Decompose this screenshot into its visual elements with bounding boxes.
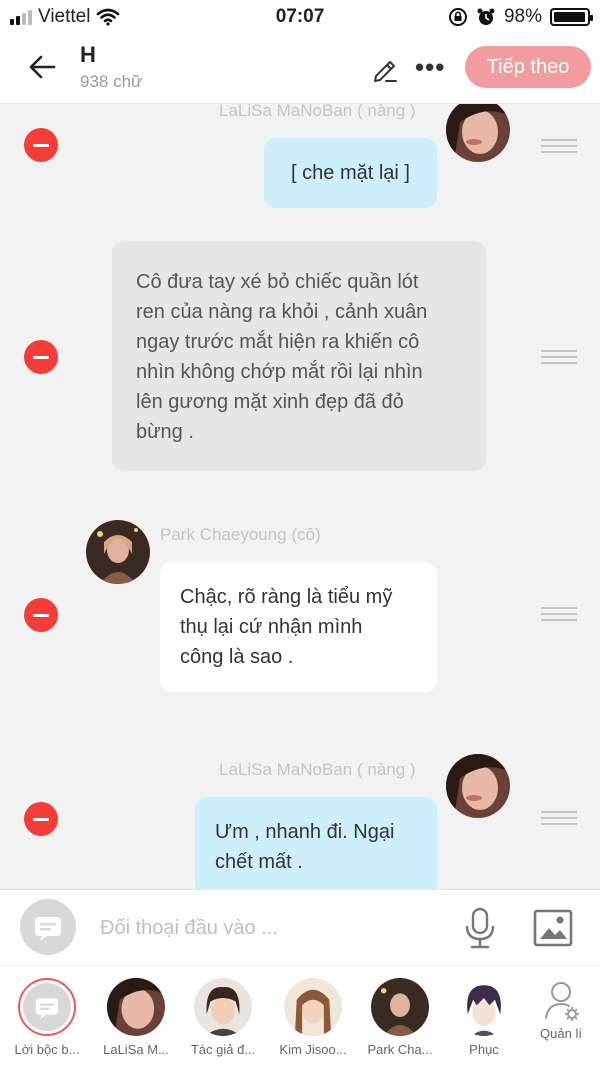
back-arrow-icon[interactable] (26, 50, 60, 84)
lock-rotation-icon (448, 8, 467, 26)
message-line: Chậc, rõ ràng là tiểu mỹ (180, 586, 393, 608)
character-label: Tác giả đ... (190, 1042, 256, 1057)
message-line: chết mất . (215, 851, 303, 873)
page-title: H (80, 42, 96, 67)
manage-characters-button[interactable]: Quản lí (518, 978, 600, 1041)
drag-handle-icon[interactable] (541, 350, 577, 364)
dialogue-mode-button[interactable] (20, 899, 76, 955)
character-lalisa[interactable]: LaLiSa M... (93, 978, 179, 1057)
message-bubble[interactable]: Ưm , nhanh đi. Ngại chết mất . (195, 797, 437, 889)
message-line: công là sao . (180, 646, 294, 668)
microphone-icon[interactable] (462, 906, 498, 950)
chat-bubble-icon (35, 917, 61, 941)
character-chaeyoung[interactable]: Park Cha... (357, 978, 443, 1057)
delete-message-button[interactable] (24, 340, 58, 374)
avatar (194, 978, 252, 1036)
word-count: 938 chữ (80, 72, 143, 91)
character-label: LaLiSa M... (103, 1042, 169, 1057)
status-bar: Viettel 07:07 98% (0, 0, 600, 34)
drag-handle-icon[interactable] (541, 607, 577, 621)
avatar (284, 978, 342, 1036)
speaker-name: Park Chaeyoung (cô) (160, 525, 321, 544)
avatar (107, 978, 165, 1036)
chat-bubble-icon (35, 998, 59, 1019)
character-label: Quản lí (540, 1026, 582, 1041)
message-line: lên gương mặt xinh đẹp đã đỏ (136, 391, 404, 413)
status-right: 98% (448, 6, 593, 28)
pencil-icon[interactable] (370, 54, 400, 84)
speaker-name: LaLiSa MaNoBan ( nàng ) (219, 104, 416, 120)
message-line: nhìn không chớp mắt rồi lại nhìn (136, 361, 423, 383)
message-line: bừng . (136, 421, 194, 443)
battery-percent: 98% (503, 6, 542, 27)
message-bubble[interactable]: Chậc, rõ ràng là tiểu mỹ thụ lại cứ nhận… (160, 562, 437, 692)
avatar[interactable] (446, 754, 510, 818)
dialogue-input[interactable] (100, 910, 440, 946)
speaker-name: LaLiSa MaNoBan ( nàng ) (219, 760, 416, 779)
message-line: Ưm , nhanh đi. Ngại (215, 821, 395, 843)
person-gear-icon (545, 982, 579, 1021)
message-line: ren của nàng ra khỏi , cảnh xuân (136, 301, 428, 323)
delete-message-button[interactable] (24, 598, 58, 632)
character-label: Phục (469, 1042, 499, 1057)
delete-message-button[interactable] (24, 128, 58, 162)
character-jisoo[interactable]: Kim Jisoo... (270, 978, 356, 1057)
image-icon[interactable] (532, 908, 574, 948)
character-bar: Lời bộc b... LaLiSa M... Tác giả đ... Ki… (0, 965, 600, 1067)
next-button[interactable]: Tiếp theo (465, 46, 591, 88)
more-icon[interactable]: ••• (415, 52, 445, 83)
character-author[interactable]: Tác giả đ... (180, 978, 266, 1057)
editor-header: H 938 chữ ••• Tiếp theo (0, 34, 600, 104)
character-label: Kim Jisoo... (279, 1042, 347, 1057)
alarm-icon (477, 8, 495, 25)
drag-handle-icon[interactable] (541, 811, 577, 825)
avatar[interactable] (86, 520, 150, 584)
message-line: thụ lại cứ nhận mình (180, 616, 363, 638)
input-bar (0, 889, 600, 965)
avatar (371, 978, 429, 1036)
avatar[interactable] (446, 104, 510, 162)
character-phuc[interactable]: Phục (441, 978, 527, 1057)
chat-area[interactable]: LaLiSa MaNoBan ( nàng ) [ che mặt lại ] … (0, 104, 600, 889)
message-bubble[interactable]: [ che mặt lại ] (264, 138, 437, 208)
character-label: Park Cha... (367, 1042, 433, 1057)
narration-bubble[interactable]: Cô đưa tay xé bỏ chiếc quần lót ren của … (112, 241, 486, 471)
battery-icon (550, 8, 593, 26)
character-label: Lời bộc b... (14, 1042, 80, 1057)
delete-message-button[interactable] (24, 802, 58, 836)
message-line: Cô đưa tay xé bỏ chiếc quần lót (136, 271, 419, 293)
drag-handle-icon[interactable] (541, 139, 577, 153)
message-line: ngay trước mắt hiện ra khiến cô (136, 331, 420, 353)
avatar (455, 978, 513, 1036)
character-narrator[interactable]: Lời bộc b... (4, 978, 90, 1057)
